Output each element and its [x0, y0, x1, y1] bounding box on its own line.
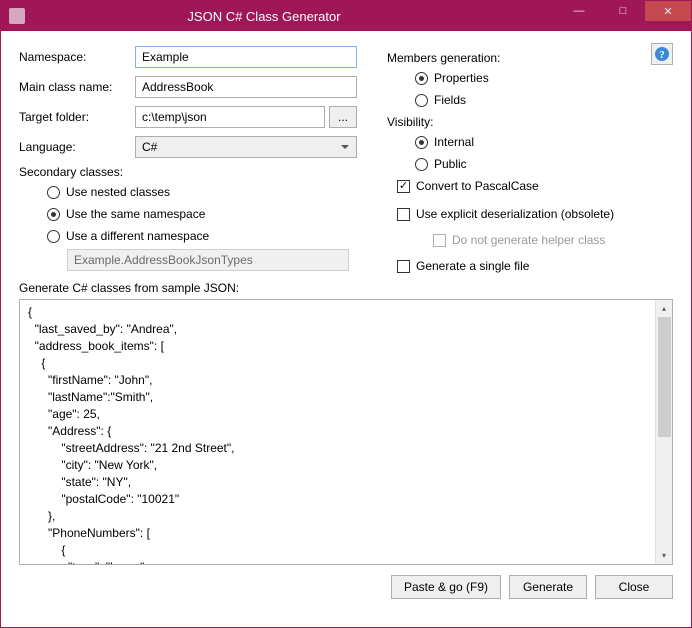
radio-label: Properties: [434, 71, 489, 85]
paste-go-button[interactable]: Paste & go (F9): [391, 575, 501, 599]
radio-internal[interactable]: Internal: [415, 133, 673, 151]
help-button[interactable]: ?: [651, 43, 673, 65]
minimize-button[interactable]: —: [557, 1, 601, 21]
window-title: JSON C# Class Generator: [0, 9, 557, 24]
radio-label: Use a different namespace: [66, 229, 209, 243]
radio-same-namespace[interactable]: Use the same namespace: [47, 205, 357, 223]
browse-button[interactable]: ...: [329, 106, 357, 128]
radio-icon: [47, 230, 60, 243]
checkbox-icon: [397, 208, 410, 221]
titlebar: JSON C# Class Generator — □ ✕: [1, 1, 691, 31]
scroll-down-icon[interactable]: ▾: [656, 547, 672, 564]
language-value: C#: [142, 140, 157, 154]
check-label: Do not generate helper class: [452, 233, 605, 247]
scroll-thumb[interactable]: [658, 317, 671, 437]
language-select[interactable]: C#: [135, 136, 357, 158]
main-class-input[interactable]: [135, 76, 357, 98]
radio-icon: [415, 94, 428, 107]
secondary-classes-label: Secondary classes:: [19, 165, 357, 179]
check-single-file[interactable]: Generate a single file: [397, 257, 673, 275]
namespace-label: Namespace:: [19, 50, 135, 64]
radio-label: Use nested classes: [66, 185, 170, 199]
namespace-input[interactable]: [135, 46, 357, 68]
target-folder-label: Target folder:: [19, 110, 135, 124]
close-window-button[interactable]: ✕: [645, 1, 691, 21]
maximize-button[interactable]: □: [601, 1, 645, 21]
check-pascalcase[interactable]: Convert to PascalCase: [397, 177, 673, 195]
radio-label: Internal: [434, 135, 474, 149]
radio-icon: [415, 136, 428, 149]
radio-icon: [47, 186, 60, 199]
members-generation-label: Members generation:: [387, 51, 673, 65]
radio-label: Fields: [434, 93, 466, 107]
radio-different-namespace[interactable]: Use a different namespace: [47, 227, 357, 245]
window-buttons: — □ ✕: [557, 1, 691, 31]
visibility-label: Visibility:: [387, 115, 673, 129]
main-class-label: Main class name:: [19, 80, 135, 94]
check-explicit-deserialization[interactable]: Use explicit deserialization (obsolete): [397, 205, 673, 223]
help-icon: ?: [654, 46, 670, 62]
checkbox-icon: [397, 260, 410, 273]
scrollbar[interactable]: ▴ ▾: [655, 300, 672, 564]
radio-icon: [415, 72, 428, 85]
check-label: Generate a single file: [416, 259, 529, 273]
json-sample-label: Generate C# classes from sample JSON:: [19, 281, 673, 295]
radio-properties[interactable]: Properties: [415, 69, 673, 87]
generate-button[interactable]: Generate: [509, 575, 587, 599]
radio-nested-classes[interactable]: Use nested classes: [47, 183, 357, 201]
radio-fields[interactable]: Fields: [415, 91, 673, 109]
language-label: Language:: [19, 140, 135, 154]
radio-icon: [47, 208, 60, 221]
scroll-up-icon[interactable]: ▴: [656, 300, 672, 317]
json-textarea-container: { "last_saved_by": "Andrea", "address_bo…: [19, 299, 673, 565]
radio-label: Use the same namespace: [66, 207, 205, 221]
close-button[interactable]: Close: [595, 575, 673, 599]
checkbox-icon: [397, 180, 410, 193]
checkbox-icon: [433, 234, 446, 247]
different-namespace-input: [67, 249, 349, 271]
radio-icon: [415, 158, 428, 171]
svg-text:?: ?: [659, 49, 665, 61]
target-folder-input[interactable]: [135, 106, 325, 128]
json-textarea[interactable]: { "last_saved_by": "Andrea", "address_bo…: [20, 300, 655, 564]
check-label: Convert to PascalCase: [416, 179, 539, 193]
radio-label: Public: [434, 157, 467, 171]
check-no-helper: Do not generate helper class: [433, 231, 673, 249]
radio-public[interactable]: Public: [415, 155, 673, 173]
check-label: Use explicit deserialization (obsolete): [416, 207, 614, 221]
